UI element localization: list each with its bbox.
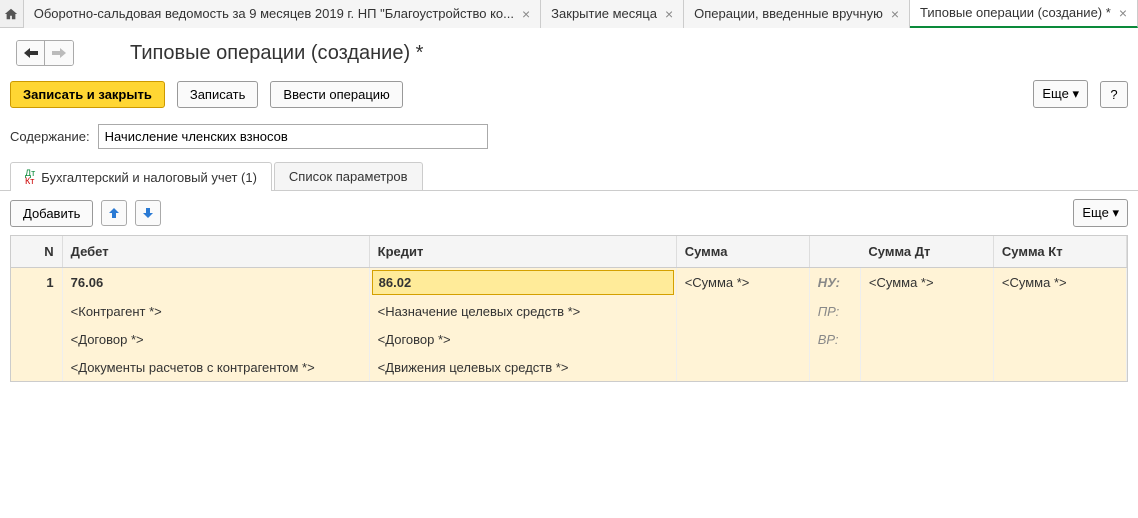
- tab-label: Типовые операции (создание) *: [920, 5, 1111, 20]
- add-button[interactable]: Добавить: [10, 200, 93, 227]
- tab-accounting[interactable]: ДтКт Бухгалтерский и налоговый учет (1): [10, 162, 272, 191]
- save-button[interactable]: Записать: [177, 81, 259, 108]
- cell-nu-label: НУ:: [809, 268, 860, 298]
- close-icon[interactable]: ×: [665, 6, 673, 22]
- table-row[interactable]: 1 76.06 86.02 <Сумма *> НУ: <Сумма *> <С…: [11, 268, 1127, 298]
- save-close-button[interactable]: Записать и закрыть: [10, 81, 165, 108]
- cell-debit-account[interactable]: 76.06: [62, 268, 369, 298]
- dtkt-icon: ДтКт: [25, 169, 35, 185]
- tab-bar: Оборотно-сальдовая ведомость за 9 месяце…: [0, 0, 1138, 28]
- forward-button[interactable]: [45, 41, 73, 65]
- col-n[interactable]: N: [11, 236, 62, 268]
- close-icon[interactable]: ×: [522, 6, 530, 22]
- cell-sumkt[interactable]: <Сумма *>: [993, 268, 1126, 298]
- cell-sum[interactable]: <Сумма *>: [676, 268, 809, 298]
- more-button[interactable]: Еще ▾: [1033, 80, 1088, 108]
- col-debit[interactable]: Дебет: [62, 236, 369, 268]
- content-row: Содержание:: [0, 118, 1138, 161]
- tab-month-close[interactable]: Закрытие месяца ×: [541, 0, 684, 28]
- table-row[interactable]: <Договор *> <Договор *> ВР:: [11, 325, 1127, 353]
- tab-manual-ops[interactable]: Операции, введенные вручную ×: [684, 0, 910, 28]
- tab-label: Операции, введенные вручную: [694, 6, 883, 21]
- sub-tab-label: Бухгалтерский и налоговый учет (1): [41, 170, 257, 185]
- cell-debit-sub3[interactable]: <Документы расчетов с контрагентом *>: [62, 353, 369, 381]
- tab-typical-ops[interactable]: Типовые операции (создание) * ×: [910, 0, 1138, 28]
- close-icon[interactable]: ×: [1119, 5, 1127, 21]
- cell-credit-sub1[interactable]: <Назначение целевых средств *>: [369, 297, 676, 325]
- content-label: Содержание:: [10, 129, 90, 144]
- enter-operation-button[interactable]: Ввести операцию: [270, 81, 402, 108]
- inner-toolbar: Добавить Еще ▾: [0, 191, 1138, 235]
- sub-tabs: ДтКт Бухгалтерский и налоговый учет (1) …: [0, 161, 1138, 191]
- cell-credit-sub3[interactable]: <Движения целевых средств *>: [369, 353, 676, 381]
- table-row[interactable]: <Контрагент *> <Назначение целевых средс…: [11, 297, 1127, 325]
- content-input[interactable]: [98, 124, 488, 149]
- cell-vr-label: ВР:: [809, 325, 860, 353]
- tab-label: Оборотно-сальдовая ведомость за 9 месяце…: [34, 6, 514, 21]
- col-credit[interactable]: Кредит: [369, 236, 676, 268]
- col-sumkt[interactable]: Сумма Кт: [993, 236, 1126, 268]
- chevron-down-icon: ▾: [1072, 86, 1079, 101]
- cell-credit-account[interactable]: 86.02: [369, 268, 676, 298]
- sub-tab-label: Список параметров: [289, 169, 408, 184]
- move-down-button[interactable]: [135, 200, 161, 226]
- col-mini: [809, 236, 860, 268]
- table-row[interactable]: <Документы расчетов с контрагентом *> <Д…: [11, 353, 1127, 381]
- cell-debit-sub2[interactable]: <Договор *>: [62, 325, 369, 353]
- table-more-button[interactable]: Еще ▾: [1073, 199, 1128, 227]
- back-button[interactable]: [17, 41, 45, 65]
- cell-sumdt[interactable]: <Сумма *>: [860, 268, 993, 298]
- home-icon[interactable]: [0, 0, 24, 28]
- tab-label: Закрытие месяца: [551, 6, 657, 21]
- toolbar: Записать и закрыть Записать Ввести опера…: [0, 74, 1138, 118]
- cell-credit-sub2[interactable]: <Договор *>: [369, 325, 676, 353]
- chevron-down-icon: ▾: [1112, 205, 1119, 220]
- cell-pr-label: ПР:: [809, 297, 860, 325]
- title-area: Типовые операции (создание) *: [0, 28, 1138, 74]
- help-button[interactable]: ?: [1100, 81, 1128, 108]
- close-icon[interactable]: ×: [891, 6, 899, 22]
- cell-debit-sub1[interactable]: <Контрагент *>: [62, 297, 369, 325]
- page-title: Типовые операции (создание) *: [130, 42, 423, 65]
- col-sum[interactable]: Сумма: [676, 236, 809, 268]
- nav-buttons: [16, 40, 74, 66]
- col-sumdt[interactable]: Сумма Дт: [860, 236, 993, 268]
- tab-params[interactable]: Список параметров: [274, 162, 423, 190]
- move-up-button[interactable]: [101, 200, 127, 226]
- entries-table: N Дебет Кредит Сумма Сумма Дт Сумма Кт 1…: [10, 235, 1128, 382]
- tab-report[interactable]: Оборотно-сальдовая ведомость за 9 месяце…: [24, 0, 541, 28]
- cell-n[interactable]: 1: [11, 268, 62, 298]
